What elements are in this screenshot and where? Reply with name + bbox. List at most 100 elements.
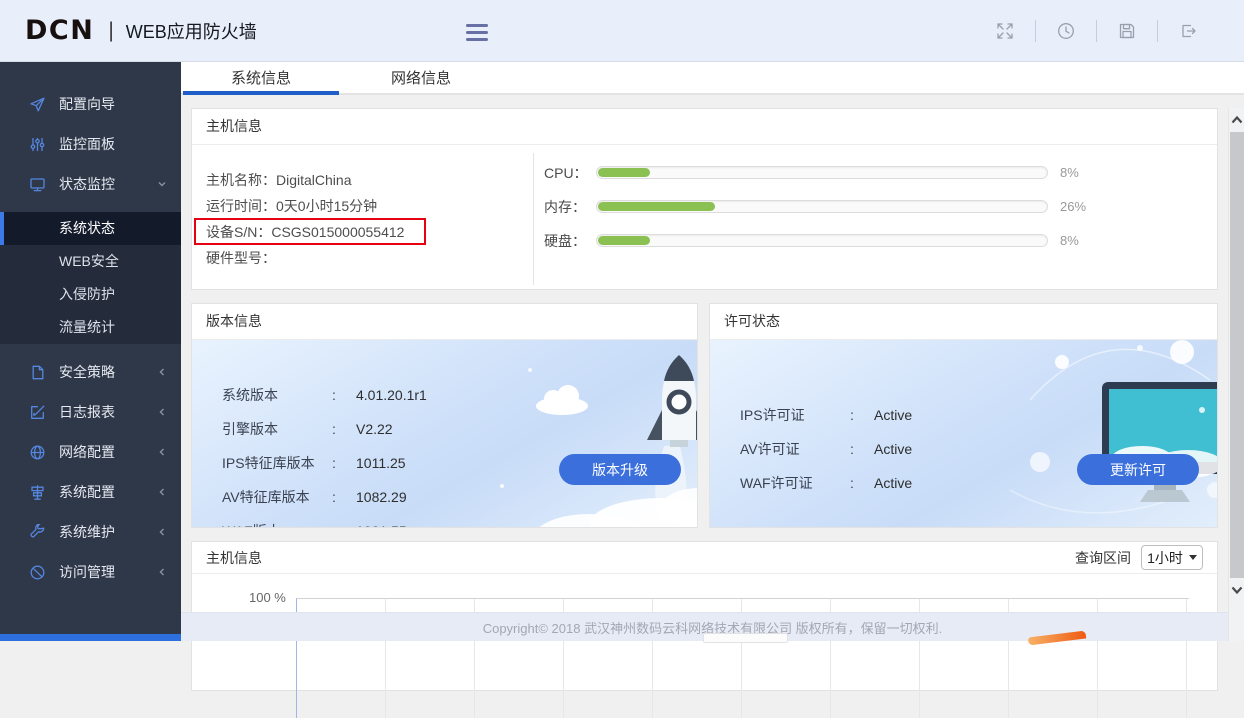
globe-icon bbox=[29, 444, 46, 461]
hamburger-menu-icon[interactable] bbox=[466, 24, 488, 44]
sidebar-item-system-maintenance[interactable]: 系统维护 bbox=[0, 512, 181, 552]
header-divider bbox=[1035, 20, 1036, 42]
chart-panel-header: 主机信息 查询区间 1小时 bbox=[192, 542, 1217, 574]
clock-icon[interactable] bbox=[1056, 21, 1076, 41]
memory-meter-row: 内存： 26% bbox=[544, 200, 1104, 213]
sidebar-item-access-management[interactable]: 访问管理 bbox=[0, 552, 181, 592]
row-colon: : bbox=[332, 489, 356, 505]
update-license-button[interactable]: 更新许可 bbox=[1077, 454, 1199, 485]
main-area: 系统信息 网络信息 主机信息 主机名称：DigitalChina 运行时间：0天… bbox=[181, 62, 1244, 641]
scrollbar[interactable] bbox=[1228, 108, 1244, 641]
meter-percent: 8% bbox=[1060, 165, 1104, 180]
cpu-meter-row: CPU： 8% bbox=[544, 166, 1104, 179]
save-icon[interactable] bbox=[1117, 21, 1137, 41]
sidebar-item-label: 配置向导 bbox=[59, 94, 115, 114]
row-label: AV特征库版本 bbox=[222, 487, 332, 507]
host-info-panel: 主机信息 主机名称：DigitalChina 运行时间：0天0小时15分钟 设备… bbox=[191, 108, 1218, 290]
scroll-down-button[interactable] bbox=[1229, 580, 1244, 600]
subitem-label: 流量统计 bbox=[59, 319, 115, 335]
subitem-label: WEB安全 bbox=[59, 253, 119, 269]
sidebar-item-network-config[interactable]: 网络配置 bbox=[0, 432, 181, 472]
monitor-icon bbox=[29, 176, 46, 193]
row-colon: : bbox=[332, 387, 356, 403]
sidebar-item-log-report[interactable]: 日志报表 bbox=[0, 392, 181, 432]
row-label: WAF版本 bbox=[222, 521, 332, 527]
memory-usage-fill bbox=[598, 202, 715, 211]
meter-label: 硬盘： bbox=[544, 234, 596, 248]
sidebar-item-label: 系统配置 bbox=[59, 482, 115, 502]
row-colon: : bbox=[850, 407, 874, 423]
meter-percent: 26% bbox=[1060, 199, 1104, 214]
app-title: WEB应用防火墙 bbox=[126, 18, 257, 44]
range-select-value: 1小时 bbox=[1147, 548, 1183, 568]
cpu-usage-bar bbox=[596, 166, 1048, 179]
sidebar-submenu: 系统状态 WEB安全 入侵防护 流量统计 bbox=[0, 212, 181, 344]
memory-usage-bar bbox=[596, 200, 1048, 213]
row-colon: : bbox=[332, 455, 356, 471]
sidebar-item-security-policy[interactable]: 安全策略 bbox=[0, 352, 181, 392]
header-divider bbox=[1096, 20, 1097, 42]
host-field-hardware-model: 硬件型号： bbox=[206, 245, 404, 271]
active-tab-underline bbox=[183, 91, 339, 95]
version-info-panel: 版本信息 系统版本:4.01.20.1r1 bbox=[191, 303, 698, 528]
field-value: 0天0小时15分钟 bbox=[276, 198, 377, 214]
version-rows: 系统版本:4.01.20.1r1 引擎版本:V2.22 IPS特征库版本:101… bbox=[222, 378, 427, 527]
panel-title: 版本信息 bbox=[192, 304, 697, 340]
wrench-icon bbox=[29, 524, 46, 541]
field-label: 硬件型号： bbox=[206, 250, 276, 266]
tab-label: 网络信息 bbox=[391, 67, 451, 88]
panel-title: 主机信息 bbox=[206, 548, 262, 568]
range-select[interactable]: 1小时 bbox=[1141, 545, 1203, 570]
host-field-hostname: 主机名称：DigitalChina bbox=[206, 167, 404, 193]
sidebar-item-dashboard[interactable]: 监控面板 bbox=[0, 124, 181, 164]
row-value: Active bbox=[874, 441, 912, 457]
license-row: AV许可证:Active bbox=[740, 432, 912, 466]
header-icon-group bbox=[985, 0, 1208, 62]
sidebar-item-label: 系统维护 bbox=[59, 522, 115, 542]
disk-usage-fill bbox=[598, 236, 650, 245]
sidebar-item-label: 访问管理 bbox=[59, 562, 115, 582]
header-divider bbox=[1157, 20, 1158, 42]
tab-label: 系统信息 bbox=[231, 67, 291, 88]
vertical-divider bbox=[533, 153, 534, 285]
tab-bar: 系统信息 网络信息 bbox=[181, 62, 1244, 95]
tab-network-info[interactable]: 网络信息 bbox=[341, 62, 501, 93]
sidebar-subitem-web-security[interactable]: WEB安全 bbox=[0, 245, 181, 278]
sidebar-subitem-traffic-stats[interactable]: 流量统计 bbox=[0, 311, 181, 344]
subitem-label: 系统状态 bbox=[59, 220, 115, 236]
scrollbar-thumb[interactable] bbox=[1230, 132, 1244, 578]
meter-label: CPU： bbox=[544, 166, 596, 180]
chevron-left-icon bbox=[156, 526, 168, 538]
version-row: AV特征库版本:1082.29 bbox=[222, 480, 427, 514]
row-label: AV许可证 bbox=[740, 439, 850, 459]
sidebar-bottom-accent bbox=[0, 634, 181, 641]
signpost-icon bbox=[29, 484, 46, 501]
logout-icon[interactable] bbox=[1178, 21, 1198, 41]
license-row: IPS许可证:Active bbox=[740, 398, 912, 432]
row-colon: : bbox=[332, 421, 356, 437]
sidebar-item-config-wizard[interactable]: 配置向导 bbox=[0, 84, 181, 124]
row-value: Active bbox=[874, 407, 912, 423]
row-label: 引擎版本 bbox=[222, 419, 332, 439]
chevron-down-icon bbox=[156, 178, 168, 190]
version-panel-body: 系统版本:4.01.20.1r1 引擎版本:V2.22 IPS特征库版本:101… bbox=[192, 340, 697, 527]
cpu-usage-fill bbox=[598, 168, 650, 177]
sidebar-item-system-config[interactable]: 系统配置 bbox=[0, 472, 181, 512]
paper-plane-icon bbox=[29, 96, 46, 113]
field-label: 主机名称： bbox=[206, 172, 276, 188]
version-row: WAF版本:1001.55 bbox=[222, 514, 427, 527]
chevron-left-icon bbox=[156, 486, 168, 498]
sidebar-item-label: 安全策略 bbox=[59, 362, 115, 382]
scroll-up-button[interactable] bbox=[1229, 110, 1244, 130]
chevron-left-icon bbox=[156, 446, 168, 458]
tab-system-info[interactable]: 系统信息 bbox=[181, 62, 341, 93]
sidebar-item-status-monitor[interactable]: 状态监控 bbox=[0, 164, 181, 204]
license-rows: IPS许可证:Active AV许可证:Active WAF许可证:Active bbox=[740, 398, 912, 500]
sidebar-item-label: 日志报表 bbox=[59, 402, 115, 422]
sidebar-subitem-intrusion-prevention[interactable]: 入侵防护 bbox=[0, 278, 181, 311]
disk-usage-bar bbox=[596, 234, 1048, 247]
sidebar-subitem-system-status[interactable]: 系统状态 bbox=[0, 212, 181, 245]
fullscreen-icon[interactable] bbox=[995, 21, 1015, 41]
version-upgrade-button[interactable]: 版本升级 bbox=[559, 454, 681, 485]
block-icon bbox=[29, 564, 46, 581]
